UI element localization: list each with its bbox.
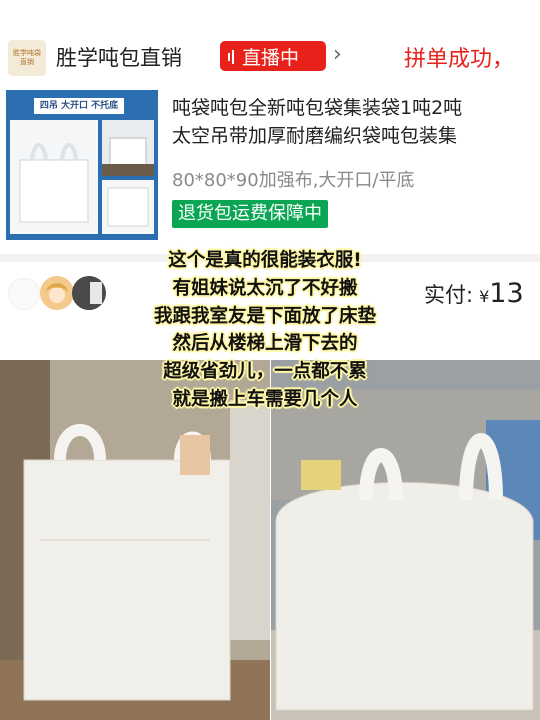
product-image-detail-2: [102, 180, 154, 234]
product-spec: 80*80*90加强布,大开口/平底: [172, 170, 415, 191]
paid-value: 13: [489, 278, 524, 309]
order-status: 拼单成功，: [404, 47, 515, 72]
shop-logo-text: 胜学吨袋直销: [13, 49, 41, 66]
live-label: 直播中: [242, 46, 300, 69]
photo-bag-left[interactable]: [0, 360, 270, 720]
caption-line: 有姐妹说太沉了不好搬: [172, 277, 358, 299]
live-badge[interactable]: 直播中: [220, 41, 326, 71]
return-shipping-tag: 退货包运费保障中: [172, 200, 328, 228]
avatar[interactable]: [40, 276, 74, 310]
shop-header: 胜学吨袋直销 胜学吨包直销 直播中 › 拼单成功，: [0, 0, 540, 84]
avatar[interactable]: [72, 276, 106, 310]
product-image-detail-1: [102, 120, 154, 176]
product-image-bag-main: [10, 120, 98, 234]
caption-line: 我跟我室友是下面放了床垫: [153, 305, 376, 327]
product-card[interactable]: 四吊 大开口 不托底 吨袋吨包全新吨包袋集装袋1吨2吨 太空吊带加厚耐磨编织袋吨…: [0, 84, 540, 254]
chevron-right-icon[interactable]: ›: [333, 42, 342, 67]
caption-line: 就是搬上车需要几个人: [172, 388, 358, 410]
currency-symbol: ¥: [479, 287, 490, 306]
shop-name[interactable]: 胜学吨包直销: [56, 42, 182, 72]
photo-bag-right[interactable]: [271, 360, 540, 720]
product-title-line2: 太空吊带加厚耐磨编织袋吨包装集: [172, 125, 458, 147]
product-image-banner: 四吊 大开口 不托底: [34, 98, 124, 114]
overlay-caption: 这个是真的很能装衣服! 有姐妹说太沉了不好搬 我跟我室友是下面放了床垫 然后从楼…: [110, 247, 420, 414]
avatar-placeholder: [8, 278, 40, 310]
shop-logo[interactable]: 胜学吨袋直销: [8, 40, 46, 76]
live-bars-icon: [228, 45, 236, 67]
caption-line: 然后从楼梯上滑下去的: [172, 333, 358, 355]
caption-line: 这个是真的很能装衣服!: [168, 250, 362, 271]
product-image[interactable]: 四吊 大开口 不托底: [6, 90, 158, 240]
product-title[interactable]: 吨袋吨包全新吨包袋集装袋1吨2吨 太空吊带加厚耐磨编织袋吨包装集: [172, 94, 540, 150]
paid-label: 实付:: [424, 283, 474, 307]
caption-line: 超级省劲儿，一点都不累: [163, 361, 367, 383]
paid-amount: 实付: ¥13: [424, 278, 524, 309]
product-title-line1: 吨袋吨包全新吨包袋集装袋1吨2吨: [172, 97, 463, 119]
